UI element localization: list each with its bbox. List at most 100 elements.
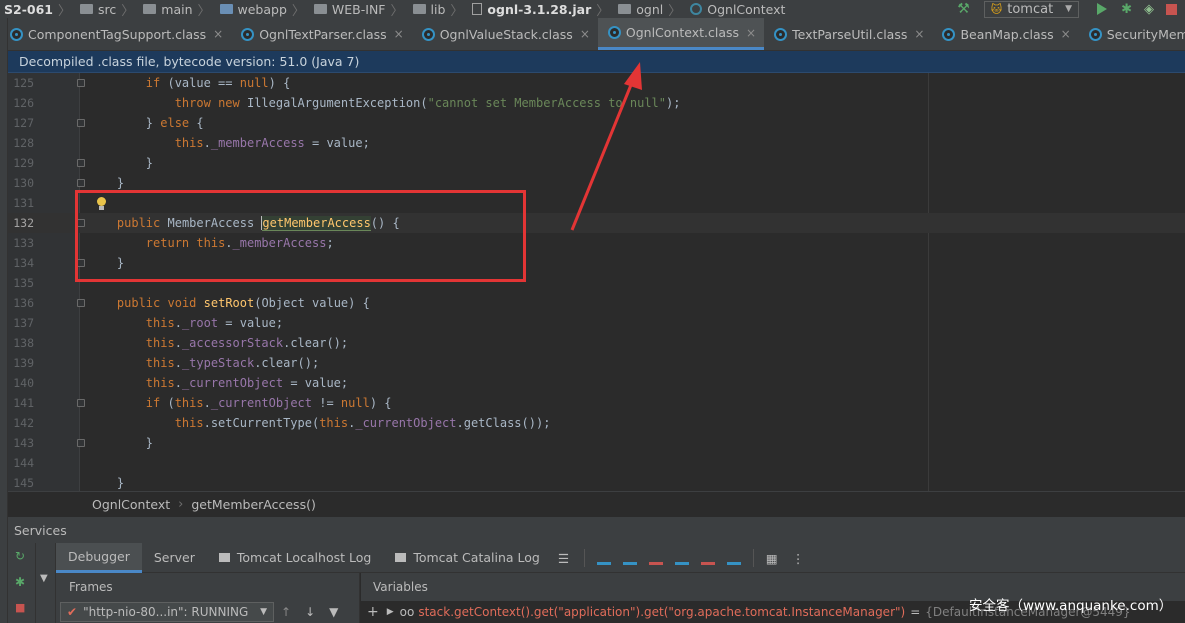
close-icon[interactable]: × [1061,27,1071,41]
code-line[interactable]: 129 } [8,153,1185,173]
tab-ognltextparser[interactable]: OgnlTextParser.class × [231,18,412,50]
tab-beanmap[interactable]: BeanMap.class × [932,18,1078,50]
add-watch-icon[interactable]: + [367,604,379,620]
step-into-icon[interactable] [622,551,637,565]
step-out-icon[interactable] [674,551,689,565]
tab-tomcat-catalina-log[interactable]: Tomcat Catalina Log [383,543,552,573]
folder-icon [313,4,327,14]
close-icon[interactable]: × [914,27,924,41]
code-text: if (this._currentObject != null) { [145,396,392,410]
evaluate-table-icon[interactable]: ▦ [766,551,780,566]
code-line[interactable]: 141 if (this._currentObject != null) { [8,393,1185,413]
code-text: } [88,156,154,170]
code-text: throw new IllegalArgumentException("cann… [174,96,681,110]
close-icon[interactable]: × [580,27,590,41]
fold-marker-icon[interactable] [77,179,85,187]
fold-marker-icon[interactable] [77,259,85,267]
fold-marker-icon[interactable] [77,119,85,127]
drop-frame-icon[interactable] [700,551,715,565]
code-line[interactable]: 130 } [8,173,1185,193]
force-step-into-icon[interactable] [648,551,663,565]
chevron-down-icon: ▼ [260,607,267,617]
package-icon [618,4,632,14]
code-text: } [88,476,125,490]
code-line[interactable]: 145 } [8,473,1185,491]
code-line[interactable]: 136 public void setRoot(Object value) { [8,293,1185,313]
filter-icon[interactable]: ▼ [329,605,338,619]
code-line[interactable]: 134 } [8,253,1185,273]
close-icon[interactable]: × [746,26,756,40]
breadcrumb-item[interactable]: main [139,2,193,17]
tab-debugger[interactable]: Debugger [56,542,142,573]
fold-marker-icon[interactable] [77,439,85,447]
build-hammer-icon[interactable]: ⚒ [957,1,970,17]
tab-securitymemberaccess[interactable]: SecurityMemberAccess.class× [1079,18,1185,50]
code-line[interactable]: 139 this._typeStack.clear(); [8,353,1185,373]
tomcat-icon: 🐱 [990,2,1003,16]
debug-bug-icon[interactable]: ✱ [1121,2,1132,17]
breadcrumb-item[interactable]: src [76,2,116,17]
tab-ognlcontext[interactable]: OgnlContext.class × [597,18,765,50]
thread-select[interactable]: ✔ "http-nio-80...in": RUNNING ▼ [60,602,274,622]
stop-icon[interactable]: ■ [15,601,25,614]
breadcrumb-item[interactable]: S2-061 [0,2,53,17]
menu-lines-icon[interactable]: ☰ [558,551,572,566]
code-line[interactable]: 126 throw new IllegalArgumentException("… [8,93,1185,113]
code-line[interactable]: 125 if (value == null) { [8,73,1185,93]
code-line[interactable]: 132 public MemberAccess getMemberAccess(… [8,213,1185,233]
step-over-icon[interactable] [596,551,611,565]
breadcrumb-item[interactable]: ognl [614,2,663,17]
code-line[interactable]: 133 return this._memberAccess; [8,233,1185,253]
fold-marker-icon[interactable] [77,399,85,407]
tab-label: ComponentTagSupport.class [28,26,207,42]
breadcrumb-item[interactable]: ognl-3.1.28.jar [468,2,591,17]
code-line[interactable]: 142 this.setCurrentType(this._currentObj… [8,413,1185,433]
breadcrumb-separator: 〉 [291,3,305,19]
fold-marker-icon[interactable] [77,219,85,227]
code-line[interactable]: 138 this._accessorStack.clear(); [8,333,1185,353]
code-editor[interactable]: 125 if (value == null) {126 throw new Il… [8,73,1185,491]
code-line[interactable]: 131 [8,193,1185,213]
breadcrumb-class[interactable]: OgnlContext [92,497,170,512]
code-line[interactable]: 140 this._currentObject = value; [8,373,1185,393]
code-line[interactable]: 144 [8,453,1185,473]
close-icon[interactable]: × [213,27,223,41]
code-line[interactable]: 143 } [8,433,1185,453]
code-line[interactable]: 137 this._root = value; [8,313,1185,333]
breadcrumb-item[interactable]: WEB-INF [310,2,386,17]
close-icon[interactable]: × [394,27,404,41]
breadcrumb-item[interactable]: webapp [216,2,287,17]
more-options-icon[interactable]: ⋮ [792,551,806,566]
code-line[interactable]: 128 this._memberAccess = value; [8,133,1185,153]
chevron-down-icon: ▼ [1065,4,1073,14]
chevron-down-icon[interactable]: ▼ [40,573,48,584]
rerun-icon[interactable]: ↻ [15,549,25,563]
fold-marker-icon[interactable] [77,79,85,87]
line-number: 135 [13,276,34,290]
tab-tomcat-localhost-log[interactable]: Tomcat Localhost Log [207,543,383,573]
debug-bug-icon[interactable]: ✱ [15,575,25,589]
breadcrumb-item[interactable]: lib [409,2,445,17]
stop-icon[interactable] [1166,3,1177,15]
coverage-shield-icon[interactable]: ◈ [1144,2,1154,17]
breadcrumb-label: src [98,1,117,17]
breadcrumb-method[interactable]: getMemberAccess() [191,497,316,512]
run-icon[interactable] [1097,3,1108,15]
run-configuration-select[interactable]: 🐱 tomcat ▼ [983,0,1080,18]
fold-marker-icon[interactable] [77,299,85,307]
arrow-down-icon[interactable]: ↓ [305,605,315,619]
run-to-cursor-icon[interactable] [726,551,741,565]
code-line[interactable]: 135 [8,273,1185,293]
tab-server[interactable]: Server [142,543,207,573]
tab-ognlvaluestack[interactable]: OgnlValueStack.class × [412,18,598,50]
fold-marker-icon[interactable] [77,159,85,167]
breadcrumb-item[interactable]: OgnlContext [686,2,785,17]
tab-textparseutil[interactable]: TextParseUtil.class × [764,18,932,50]
code-text: if (value == null) { [145,76,291,90]
arrow-up-icon[interactable]: ↑ [281,605,291,619]
editor-breadcrumb: OgnlContext › getMemberAccess() [8,491,1185,516]
folder-icon [143,4,157,14]
tab-componenttagsupport[interactable]: ComponentTagSupport.class × [8,18,231,50]
expand-triangle-icon[interactable]: ▶ [387,607,394,617]
code-line[interactable]: 127 } else { [8,113,1185,133]
